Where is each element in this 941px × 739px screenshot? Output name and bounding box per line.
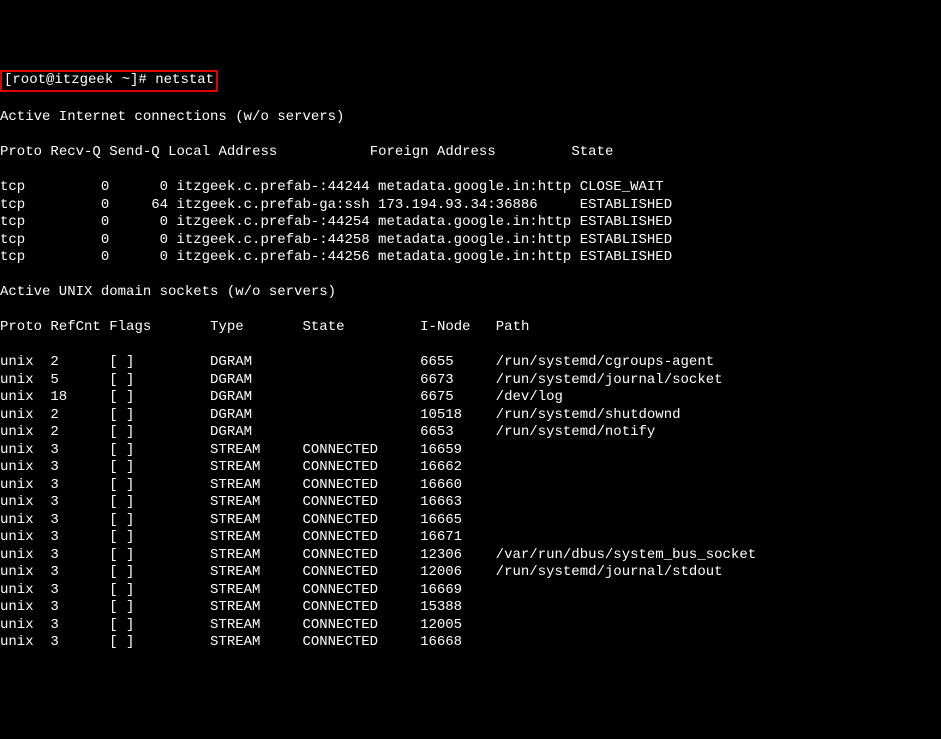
unix-header-line: Proto RefCnt Flags Type State I-Node Pat… (0, 319, 941, 337)
hdr-state: State (571, 144, 613, 160)
command-highlight: [root@itzgeek ~]# netstat (0, 70, 218, 92)
unix-row: unix 3 [ ] STREAM CONNECTED 15388 (0, 599, 941, 617)
unix-row: unix 3 [ ] STREAM CONNECTED 16669 (0, 582, 941, 600)
unix-row: unix 2 [ ] DGRAM 10518 /run/systemd/shut… (0, 407, 941, 425)
prompt-userhost: [root@itzgeek ~]# (4, 72, 147, 88)
unix-row: unix 3 [ ] STREAM CONNECTED 16662 (0, 459, 941, 477)
prompt-line: [root@itzgeek ~]# netstat (0, 70, 941, 92)
net-header-line: Proto Recv-Q Send-Q Local Address Foreig… (0, 144, 941, 162)
net-row: tcp 0 64 itzgeek.c.prefab-ga:ssh 173.194… (0, 197, 941, 215)
unix-row: unix 3 [ ] STREAM CONNECTED 16671 (0, 529, 941, 547)
unix-row: unix 3 [ ] STREAM CONNECTED 12006 /run/s… (0, 564, 941, 582)
net-row: tcp 0 0 itzgeek.c.prefab-:44256 metadata… (0, 249, 941, 267)
uhdr-refcnt: RefCnt (50, 319, 100, 335)
unix-row: unix 2 [ ] DGRAM 6655 /run/systemd/cgrou… (0, 354, 941, 372)
prompt-command[interactable]: netstat (155, 72, 214, 88)
net-row: tcp 0 0 itzgeek.c.prefab-:44244 metadata… (0, 179, 941, 197)
uhdr-flags: Flags (109, 319, 151, 335)
unix-row: unix 3 [ ] STREAM CONNECTED 16660 (0, 477, 941, 495)
hdr-recvq: Recv-Q (50, 144, 100, 160)
unix-row: unix 2 [ ] DGRAM 6653 /run/systemd/notif… (0, 424, 941, 442)
uhdr-state: State (303, 319, 345, 335)
section2-title: Active UNIX domain sockets (w/o servers) (0, 284, 941, 302)
uhdr-type: Type (210, 319, 244, 335)
uhdr-inode: I-Node (420, 319, 470, 335)
unix-row: unix 18 [ ] DGRAM 6675 /dev/log (0, 389, 941, 407)
hdr-local: Local Address (168, 144, 277, 160)
unix-row: unix 3 [ ] STREAM CONNECTED 16668 (0, 634, 941, 652)
unix-row: unix 3 [ ] STREAM CONNECTED 12005 (0, 617, 941, 635)
unix-row: unix 3 [ ] STREAM CONNECTED 16659 (0, 442, 941, 460)
unix-row: unix 5 [ ] DGRAM 6673 /run/systemd/journ… (0, 372, 941, 390)
hdr-foreign: Foreign Address (370, 144, 496, 160)
section1-title: Active Internet connections (w/o servers… (0, 109, 941, 127)
unix-row: unix 3 [ ] STREAM CONNECTED 12306 /var/r… (0, 547, 941, 565)
hdr-sendq: Send-Q (109, 144, 159, 160)
hdr-proto: Proto (0, 144, 42, 160)
unix-row: unix 3 [ ] STREAM CONNECTED 16665 (0, 512, 941, 530)
net-row: tcp 0 0 itzgeek.c.prefab-:44258 metadata… (0, 232, 941, 250)
uhdr-path: Path (496, 319, 530, 335)
unix-row: unix 3 [ ] STREAM CONNECTED 16663 (0, 494, 941, 512)
net-row: tcp 0 0 itzgeek.c.prefab-:44254 metadata… (0, 214, 941, 232)
uhdr-proto: Proto (0, 319, 42, 335)
